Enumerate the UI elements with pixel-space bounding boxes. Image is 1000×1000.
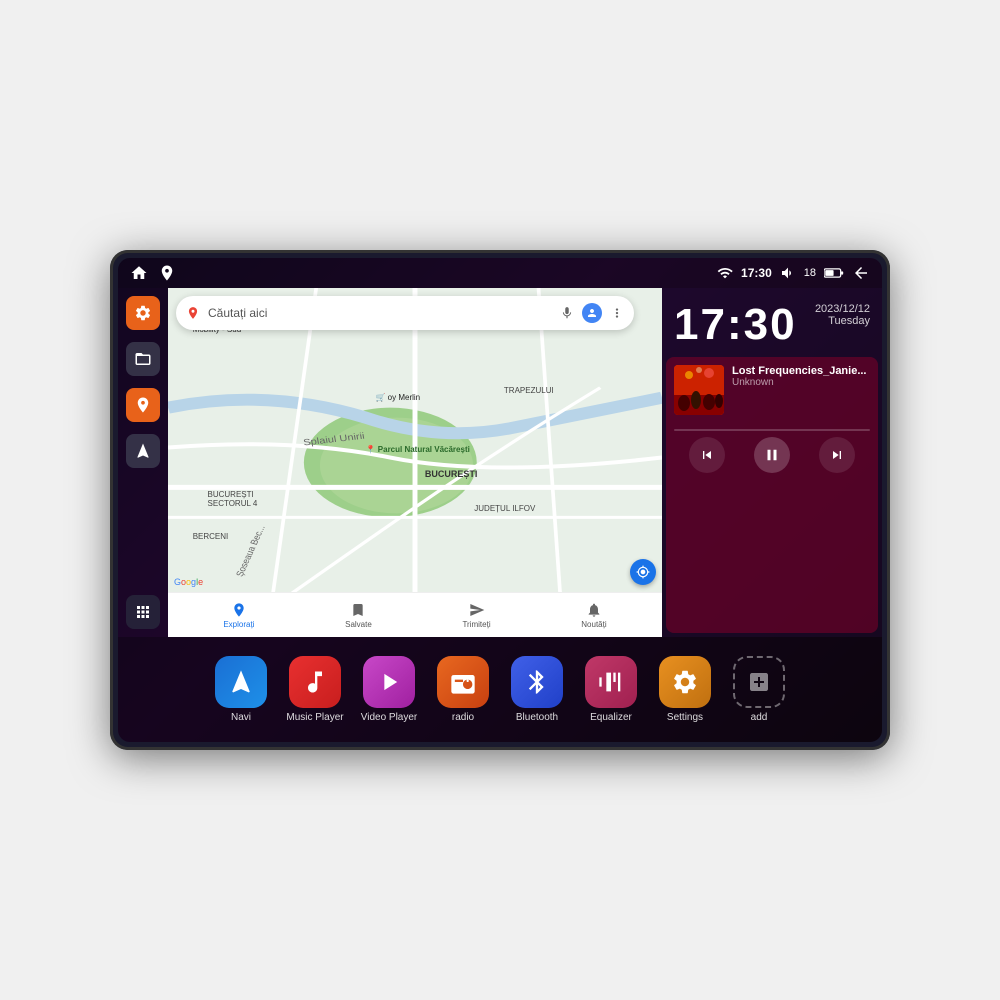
send-label: Trimiteți: [462, 620, 490, 629]
screen: 17:30 18: [118, 258, 882, 742]
clock-date: 2023/12/12 Tuesday: [815, 303, 870, 327]
map-label-berceni: BERCENI: [193, 532, 229, 541]
map-label-ilfov: JUDEȚUL ILFOV: [474, 504, 535, 513]
map-label-trapezului: TRAPEZULUI: [504, 386, 554, 395]
google-logo: Google: [174, 577, 203, 587]
music-progress-bar[interactable]: [674, 429, 870, 431]
equalizer-label: Equalizer: [590, 712, 632, 723]
app-equalizer[interactable]: Equalizer: [581, 656, 641, 723]
status-time: 17:30: [741, 266, 772, 280]
app-video-player[interactable]: Video Player: [359, 656, 419, 723]
music-player-section: Lost Frequencies_Janie... Unknown: [666, 357, 878, 633]
app-navi[interactable]: Navi: [211, 656, 271, 723]
music-info: Lost Frequencies_Janie... Unknown: [674, 365, 870, 415]
clock-day: Tuesday: [815, 315, 870, 327]
device-frame: 17:30 18: [110, 250, 890, 750]
music-title: Lost Frequencies_Janie...: [732, 365, 870, 377]
map-send-btn[interactable]: Trimiteți: [462, 602, 490, 629]
map-pin-icon[interactable]: [158, 264, 176, 282]
clock-year: 2023/12/12: [815, 303, 870, 315]
music-player-label: Music Player: [286, 712, 343, 723]
app-add[interactable]: add: [729, 656, 789, 723]
next-button[interactable]: [819, 437, 855, 473]
status-right: 17:30 18: [717, 264, 870, 282]
battery-icon: [824, 266, 844, 280]
mic-icon[interactable]: [560, 306, 574, 320]
bluetooth-label: Bluetooth: [516, 712, 558, 723]
map-news-btn[interactable]: Noutăți: [581, 602, 606, 629]
music-controls: [674, 437, 870, 473]
map-label-parc: 📍 Parcul Natural Văcărești: [366, 445, 470, 454]
settings-icon: [659, 656, 711, 708]
bluetooth-icon: [511, 656, 563, 708]
album-art: [674, 365, 724, 415]
map-label-bucuresti: BUCUREȘTI: [425, 469, 478, 479]
sidebar-item-settings[interactable]: [126, 296, 160, 330]
map-label-sectorul4: BUCUREȘTISECTORUL 4: [208, 490, 258, 508]
app-music-player[interactable]: Music Player: [285, 656, 345, 723]
radio-label: radio: [452, 712, 474, 723]
clock-section: 17:30 2023/12/12 Tuesday: [662, 288, 882, 357]
saved-label: Salvate: [345, 620, 372, 629]
home-icon[interactable]: [130, 264, 148, 282]
map-search-text[interactable]: Căutați aici: [208, 306, 552, 320]
equalizer-icon: [585, 656, 637, 708]
map-saved-btn[interactable]: Salvate: [345, 602, 372, 629]
map-label-merlin: 🛒 oy Merlin: [375, 393, 420, 402]
user-avatar[interactable]: [582, 303, 602, 323]
google-maps-icon: [186, 306, 200, 320]
app-settings[interactable]: Settings: [655, 656, 715, 723]
app-bluetooth[interactable]: Bluetooth: [507, 656, 567, 723]
map-bottom-bar: Explorați Salvate Trimiteț: [168, 592, 662, 637]
sidebar: [118, 288, 168, 637]
music-player-icon: [289, 656, 341, 708]
music-artist: Unknown: [732, 377, 870, 388]
status-left: [130, 264, 176, 282]
right-panel: 17:30 2023/12/12 Tuesday: [662, 288, 882, 637]
sidebar-item-navi[interactable]: [126, 434, 160, 468]
map-location-button[interactable]: [630, 559, 656, 585]
apps-grid: Navi Music Player: [211, 656, 789, 723]
add-icon: [733, 656, 785, 708]
prev-button[interactable]: [689, 437, 725, 473]
app-radio[interactable]: radio: [433, 656, 493, 723]
radio-icon: [437, 656, 489, 708]
pause-button[interactable]: [754, 437, 790, 473]
map-explore-btn[interactable]: Explorați: [223, 602, 254, 629]
map-container: Splaiul Unirii Șoseaua Bec... AXIS Premi…: [168, 288, 662, 637]
map-background: Splaiul Unirii Șoseaua Bec... AXIS Premi…: [168, 288, 662, 637]
sidebar-item-files[interactable]: [126, 342, 160, 376]
volume-icon: [780, 265, 796, 281]
clock-time: 17:30: [674, 303, 797, 347]
settings-label: Settings: [667, 712, 703, 723]
navi-label: Navi: [231, 712, 251, 723]
video-player-icon: [363, 656, 415, 708]
map-settings-icon[interactable]: [610, 306, 624, 320]
status-bar: 17:30 18: [118, 258, 882, 288]
sidebar-item-all-apps[interactable]: [126, 595, 160, 629]
map-search-bar[interactable]: Căutați aici: [176, 296, 634, 330]
add-label: add: [751, 712, 768, 723]
apps-dock: Navi Music Player: [118, 637, 882, 742]
navi-icon: [215, 656, 267, 708]
video-player-label: Video Player: [361, 712, 418, 723]
sidebar-item-map[interactable]: [126, 388, 160, 422]
news-label: Noutăți: [581, 620, 606, 629]
explore-label: Explorați: [223, 620, 254, 629]
main-content: Splaiul Unirii Șoseaua Bec... AXIS Premi…: [118, 288, 882, 637]
map-area[interactable]: Splaiul Unirii Șoseaua Bec... AXIS Premi…: [168, 288, 662, 637]
music-details: Lost Frequencies_Janie... Unknown: [732, 365, 870, 388]
wifi-icon: [717, 265, 733, 281]
battery-level: 18: [804, 267, 816, 279]
back-icon[interactable]: [852, 264, 870, 282]
